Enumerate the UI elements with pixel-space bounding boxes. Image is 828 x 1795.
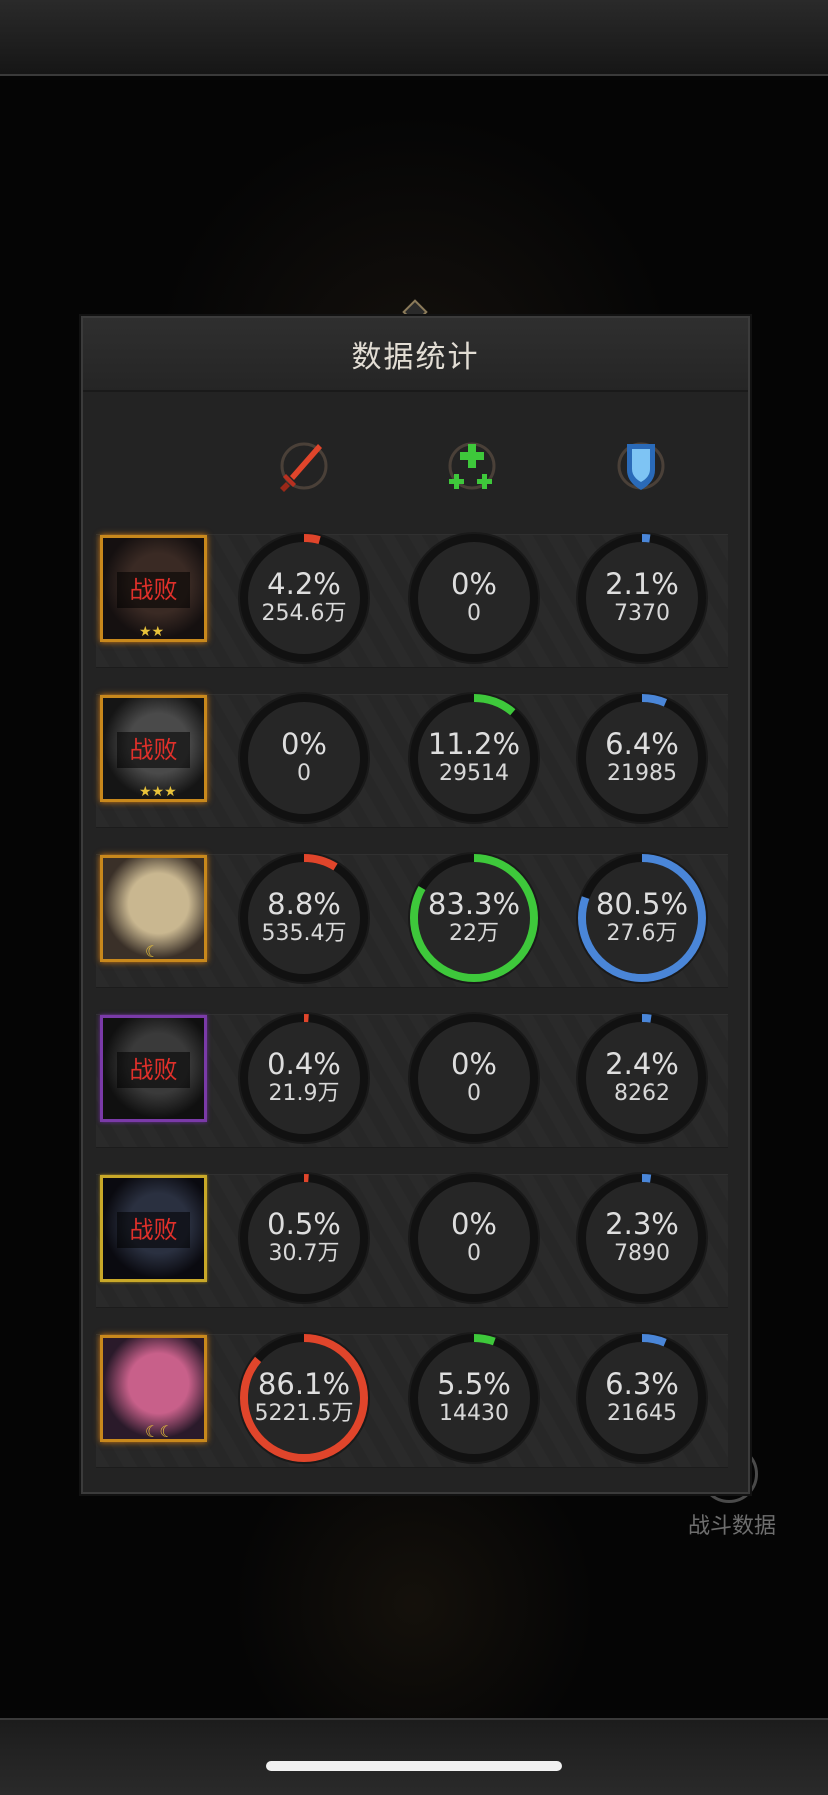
sword-icon [272,436,336,496]
heal-cross-icon [440,436,504,496]
shield-gauge: 6.3% 21645 [574,1330,710,1466]
healing-gauge: 11.2% 29514 [406,690,542,826]
shield-value: 27.6万 [606,921,678,946]
damage-percent: 0.4% [267,1047,341,1081]
star-rank-badge: ★★ [139,624,165,640]
healing-value: 22万 [449,921,499,946]
damage-value: 5221.5万 [254,1401,354,1426]
defeat-label: 战败 [117,1212,190,1248]
shield-value: 7370 [614,601,670,626]
bottom-bar [0,1718,828,1795]
healing-gauge: 5.5% 14430 [406,1330,542,1466]
healing-value: 0 [467,1241,481,1266]
healing-gauge: 0% 0 [406,530,542,666]
shield-percent: 2.3% [605,1207,679,1241]
healing-value: 29514 [439,761,509,786]
hero-portrait[interactable]: ☾ [100,855,207,962]
shield-gauge: 80.5% 27.6万 [574,850,710,986]
hero-portrait[interactable]: 战败 ★★★ [100,695,207,802]
healing-percent: 11.2% [427,727,521,761]
damage-gauge: 86.1% 5221.5万 [236,1330,372,1466]
healing-value: 14430 [439,1401,509,1426]
shield-gauge: 6.4% 21985 [574,690,710,826]
damage-gauge: 8.8% 535.4万 [236,850,372,986]
healing-percent: 0% [450,567,497,601]
healing-gauge: 0% 0 [406,1010,542,1146]
shield-value: 8262 [614,1081,670,1106]
healing-percent: 0% [450,1207,497,1241]
hero-portrait[interactable]: 战败 [100,1015,207,1122]
defeat-label: 战败 [117,1052,190,1088]
shield-percent: 80.5% [595,887,689,921]
healing-percent: 83.3% [427,887,521,921]
star-rank-badge: ★★★ [139,784,177,800]
battle-data-label[interactable]: 战斗数据 [672,1508,792,1540]
moon-rank-badge: ☾ [145,942,160,961]
damage-value: 30.7万 [268,1241,340,1266]
shield-percent: 6.4% [605,727,679,761]
hero-portrait[interactable]: 战败 [100,1175,207,1282]
damage-gauge: 0.4% 21.9万 [236,1010,372,1146]
healing-percent: 5.5% [437,1367,511,1401]
damage-value: 535.4万 [261,921,347,946]
shield-value: 21645 [607,1401,677,1426]
healing-percent: 0% [450,1047,497,1081]
defeat-label: 战败 [117,732,190,768]
damage-gauge: 0.5% 30.7万 [236,1170,372,1306]
hero-portrait[interactable]: 战败 ★★ [100,535,207,642]
damage-percent: 4.2% [267,567,341,601]
healing-gauge: 83.3% 22万 [406,850,542,986]
shield-percent: 6.3% [605,1367,679,1401]
panel-header: 数据统计 [83,318,748,392]
healing-gauge: 0% 0 [406,1170,542,1306]
shield-gauge: 2.3% 7890 [574,1170,710,1306]
shield-icon [609,436,673,496]
moon-rank-badge: ☾☾ [145,1422,174,1441]
damage-gauge: 4.2% 254.6万 [236,530,372,666]
damage-gauge: 0% 0 [236,690,372,826]
shield-percent: 2.4% [605,1047,679,1081]
shield-percent: 2.1% [605,567,679,601]
shield-gauge: 2.4% 8262 [574,1010,710,1146]
damage-value: 254.6万 [261,601,347,626]
healing-value: 0 [467,601,481,626]
shield-gauge: 2.1% 7370 [574,530,710,666]
top-bar [0,0,828,76]
damage-percent: 8.8% [267,887,341,921]
panel-title: 数据统计 [351,340,480,375]
damage-percent: 0.5% [267,1207,341,1241]
healing-value: 0 [467,1081,481,1106]
damage-percent: 86.1% [257,1367,351,1401]
hero-portrait[interactable]: ☾☾ [100,1335,207,1442]
damage-value: 0 [297,761,311,786]
home-indicator[interactable] [266,1761,562,1771]
defeat-label: 战败 [117,572,190,608]
damage-percent: 0% [280,727,327,761]
shield-value: 7890 [614,1241,670,1266]
damage-value: 21.9万 [268,1081,340,1106]
shield-value: 21985 [607,761,677,786]
